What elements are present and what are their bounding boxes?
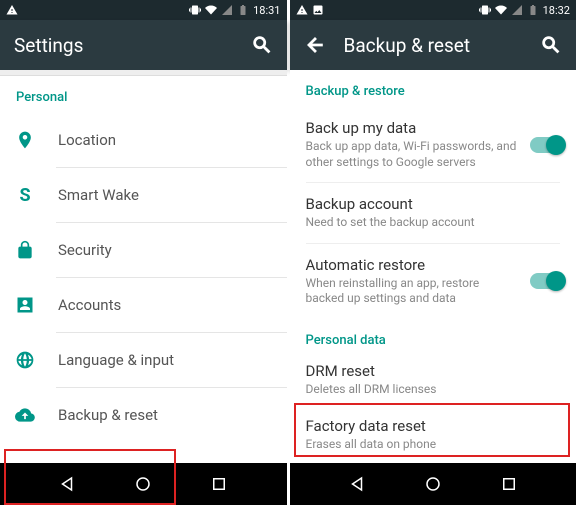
setting-subtitle: Deletes all DRM licenses: [306, 382, 561, 398]
setting-subtitle: Need to set the backup account: [306, 215, 561, 231]
status-bar: 18:32: [290, 0, 576, 20]
globe-icon: [15, 350, 35, 370]
signal-icon: [511, 4, 523, 16]
phone-right: 18:32 Backup & reset Backup & restore Ba…: [290, 0, 576, 505]
nav-home-icon[interactable]: [424, 475, 442, 493]
item-label: Accounts: [58, 296, 121, 314]
item-factory-reset[interactable]: Factory data reset Erases all data on ph…: [290, 405, 576, 463]
search-icon[interactable]: [540, 34, 562, 56]
setting-subtitle: Back up app data, Wi-Fi passwords, and o…: [306, 139, 561, 170]
vibrate-icon: [479, 4, 491, 16]
battery-icon: [237, 4, 249, 16]
item-security[interactable]: Security: [0, 223, 287, 277]
app-bar-title: Settings: [14, 34, 233, 57]
toggle-backup-my-data[interactable]: [530, 137, 564, 153]
setting-title: Backup account: [306, 195, 561, 213]
settings-list: Personal Location S Smart Wake Security …: [0, 70, 287, 463]
status-bar: 18:31: [0, 0, 287, 20]
nav-back-icon[interactable]: [348, 475, 366, 493]
setting-title: Back up my data: [306, 119, 561, 137]
setting-subtitle: Erases all data on phone: [306, 437, 561, 453]
status-time: 18:32: [543, 4, 570, 17]
phone-left: 18:31 Settings Personal Location S Smart…: [0, 0, 287, 505]
toggle-automatic-restore[interactable]: [530, 273, 564, 289]
lock-icon: [15, 240, 35, 260]
signal-icon: [221, 4, 233, 16]
vibrate-icon: [189, 4, 201, 16]
section-personal-data: Personal data: [290, 319, 576, 356]
item-language[interactable]: Language & input: [0, 333, 287, 387]
search-icon[interactable]: [251, 34, 273, 56]
warning-icon: [6, 4, 18, 16]
setting-subtitle: When reinstalling an app, restore backed…: [306, 276, 561, 307]
nav-bar: [0, 463, 287, 505]
item-label: Language & input: [58, 351, 174, 369]
item-label: Backup & reset: [58, 406, 158, 424]
highlight-backup-reset: [4, 449, 176, 463]
item-location[interactable]: Location: [0, 113, 287, 167]
smart-wake-icon: S: [12, 185, 38, 206]
warning-icon: [296, 4, 308, 16]
nav-home-icon[interactable]: [134, 475, 152, 493]
nav-recent-icon[interactable]: [500, 475, 518, 493]
item-label: Smart Wake: [58, 186, 139, 204]
app-bar: Backup & reset: [290, 20, 576, 70]
battery-icon: [527, 4, 539, 16]
backup-icon: [15, 405, 35, 425]
wifi-icon: [205, 4, 217, 16]
app-bar-title: Backup & reset: [344, 34, 523, 57]
item-label: Location: [58, 131, 116, 149]
image-icon: [312, 4, 324, 16]
setting-title: Factory data reset: [306, 417, 561, 435]
item-drm-reset[interactable]: DRM reset Deletes all DRM licenses: [290, 356, 576, 404]
location-icon: [15, 130, 35, 150]
nav-back-icon[interactable]: [58, 475, 76, 493]
item-backup-account[interactable]: Backup account Need to set the backup ac…: [290, 183, 576, 243]
item-label: Security: [58, 241, 112, 259]
item-backup-my-data[interactable]: Back up my data Back up app data, Wi-Fi …: [290, 107, 576, 182]
item-automatic-restore[interactable]: Automatic restore When reinstalling an a…: [290, 244, 576, 319]
nav-bar: [290, 463, 576, 505]
nav-recent-icon[interactable]: [210, 475, 228, 493]
setting-title: DRM reset: [306, 362, 561, 380]
app-bar: Settings: [0, 20, 287, 70]
item-smart-wake[interactable]: S Smart Wake: [0, 168, 287, 222]
section-personal: Personal: [0, 76, 287, 113]
setting-title: Automatic restore: [306, 256, 561, 274]
item-backup-reset[interactable]: Backup & reset: [0, 388, 287, 442]
account-icon: [15, 295, 35, 315]
section-backup-restore: Backup & restore: [290, 70, 576, 107]
backup-reset-list: Backup & restore Back up my data Back up…: [290, 70, 576, 463]
status-time: 18:31: [253, 4, 280, 17]
item-accounts[interactable]: Accounts: [0, 278, 287, 332]
back-arrow-icon[interactable]: [304, 34, 326, 56]
wifi-icon: [495, 4, 507, 16]
